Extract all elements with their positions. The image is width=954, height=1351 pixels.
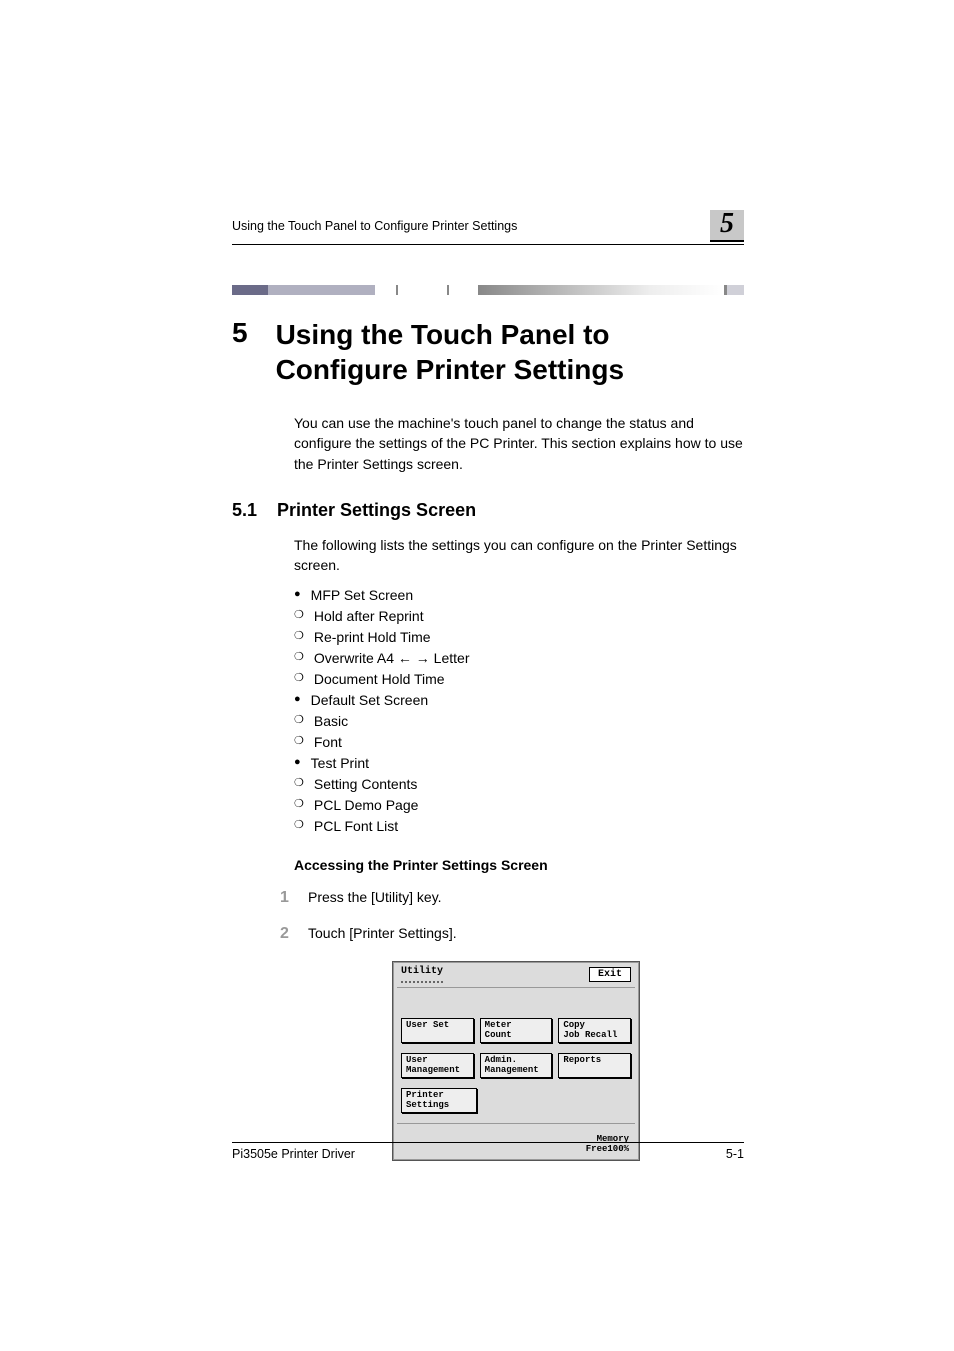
list-item: Basic bbox=[294, 711, 744, 732]
list-item: PCL Demo Page bbox=[294, 795, 744, 816]
list-item: Test Print bbox=[294, 753, 744, 774]
list-item: Overwrite A4 ← → Letter bbox=[294, 648, 744, 669]
user-set-button[interactable]: User Set bbox=[401, 1018, 474, 1043]
list-item: PCL Font List bbox=[294, 816, 744, 837]
list-item-text: Font bbox=[314, 732, 342, 753]
chapter-title: Using the Touch Panel to Configure Print… bbox=[276, 317, 744, 387]
section-heading: 5.1 Printer Settings Screen bbox=[232, 500, 744, 521]
intro-paragraph: You can use the machine's touch panel to… bbox=[294, 413, 744, 474]
list-item: Font bbox=[294, 732, 744, 753]
copy-job-recall-button[interactable]: CopyJob Recall bbox=[558, 1018, 631, 1043]
list-item-text: PCL Demo Page bbox=[314, 795, 419, 816]
page-footer: Pi3505e Printer Driver 5-1 bbox=[232, 1142, 744, 1161]
footer-page-number: 5-1 bbox=[726, 1147, 744, 1161]
list-item-text: Default Set Screen bbox=[311, 690, 429, 711]
running-header-text: Using the Touch Panel to Configure Print… bbox=[232, 219, 517, 233]
list-item-text: MFP Set Screen bbox=[311, 585, 413, 606]
decorative-divider bbox=[232, 285, 744, 295]
admin-management-button[interactable]: Admin.Management bbox=[480, 1053, 553, 1078]
list-item-text: Setting Contents bbox=[314, 774, 418, 795]
chapter-badge: 5 bbox=[710, 210, 744, 242]
printer-settings-button[interactable]: PrinterSettings bbox=[401, 1088, 477, 1113]
list-item: Default Set Screen bbox=[294, 690, 744, 711]
list-item-text: PCL Font List bbox=[314, 816, 398, 837]
reports-button[interactable]: Reports bbox=[558, 1053, 631, 1078]
step-number: 1 bbox=[280, 889, 294, 907]
list-item-text: Hold after Reprint bbox=[314, 606, 424, 627]
list-item-text: Test Print bbox=[311, 753, 369, 774]
user-management-button[interactable]: UserManagement bbox=[401, 1053, 474, 1078]
list-item-text: Document Hold Time bbox=[314, 669, 445, 690]
step-text: Press the [Utility] key. bbox=[308, 889, 442, 907]
panel-title: Utility bbox=[401, 966, 443, 983]
list-item: Setting Contents bbox=[294, 774, 744, 795]
running-header: Using the Touch Panel to Configure Print… bbox=[232, 210, 744, 245]
step: 1 Press the [Utility] key. bbox=[280, 889, 744, 907]
subsection-heading: Accessing the Printer Settings Screen bbox=[294, 857, 744, 873]
section-title: Printer Settings Screen bbox=[277, 500, 476, 521]
step-number: 2 bbox=[280, 925, 294, 943]
settings-list: MFP Set Screen Hold after Reprint Re-pri… bbox=[294, 585, 744, 837]
section-number: 5.1 bbox=[232, 500, 257, 521]
section-paragraph: The following lists the settings you can… bbox=[294, 535, 744, 576]
footer-doc-title: Pi3505e Printer Driver bbox=[232, 1147, 355, 1161]
list-item-text: Re-print Hold Time bbox=[314, 627, 431, 648]
list-item: MFP Set Screen bbox=[294, 585, 744, 606]
step-text: Touch [Printer Settings]. bbox=[308, 925, 457, 943]
touch-panel-figure: Utility Exit User Set MeterCount CopyJob… bbox=[392, 961, 640, 1161]
list-item: Hold after Reprint bbox=[294, 606, 744, 627]
list-item: Document Hold Time bbox=[294, 669, 744, 690]
chapter-heading: 5 Using the Touch Panel to Configure Pri… bbox=[232, 317, 744, 387]
step: 2 Touch [Printer Settings]. bbox=[280, 925, 744, 943]
meter-count-button[interactable]: MeterCount bbox=[480, 1018, 553, 1043]
chapter-number: 5 bbox=[232, 317, 248, 387]
list-item-text: Basic bbox=[314, 711, 348, 732]
list-item-text: Overwrite A4 ← → Letter bbox=[314, 648, 470, 669]
exit-button[interactable]: Exit bbox=[589, 967, 631, 982]
list-item: Re-print Hold Time bbox=[294, 627, 744, 648]
